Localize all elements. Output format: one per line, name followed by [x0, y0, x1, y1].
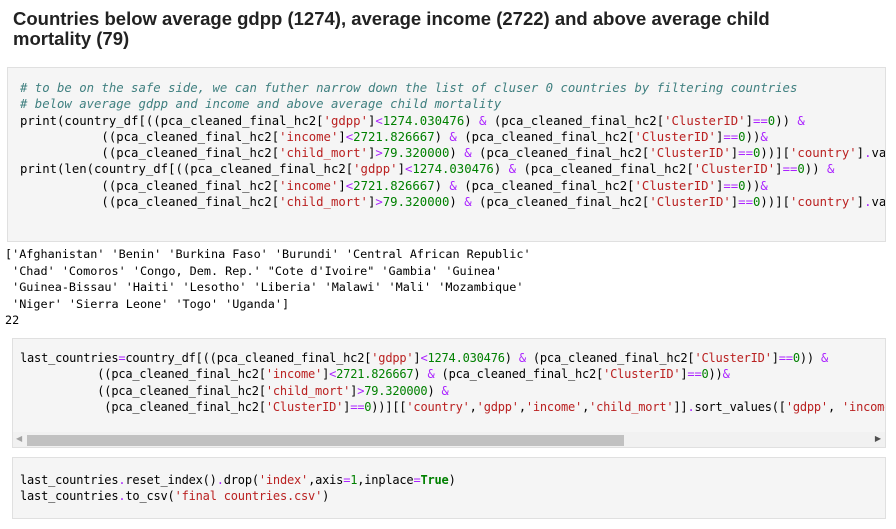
code-line: ((pca_cleaned_final_hc2['child_mort']>79…	[20, 383, 449, 398]
code-editor[interactable]: # to be on the safe side, we can futher …	[20, 80, 886, 210]
code-line: last_countries=country_df[((pca_cleaned_…	[20, 351, 828, 365]
scroll-right-icon[interactable]: ▶	[875, 434, 881, 443]
code-line: ((pca_cleaned_final_hc2['income']<2721.8…	[20, 129, 768, 144]
output-line: 'Niger' 'Sierra Leone' 'Togo' 'Uganda']	[5, 296, 290, 311]
code-line: last_countries.reset_index().drop('index…	[20, 473, 456, 487]
code-line: ((pca_cleaned_final_hc2['income']<2721.8…	[20, 367, 730, 382]
code-cell-last-countries[interactable]: last_countries=country_df[((pca_cleaned_…	[12, 338, 886, 448]
code-line: ((pca_cleaned_final_hc2['income']<2721.8…	[20, 178, 768, 193]
code-line: print(len(country_df[((pca_cleaned_final…	[20, 162, 835, 177]
code-line: # below average gdpp and income and abov…	[20, 97, 502, 112]
output-line: 'Chad' 'Comoros' 'Congo, Dem. Rep.' "Cot…	[5, 263, 503, 278]
code-cell-filter-print[interactable]: # to be on the safe side, we can futher …	[7, 67, 886, 242]
output-line: 'Guinea-Bissau' 'Haiti' 'Lesotho' 'Liber…	[5, 280, 524, 294]
code-editor[interactable]: last_countries.reset_index().drop('index…	[20, 472, 456, 505]
horizontal-scrollbar[interactable]: ◀ ▶	[13, 432, 885, 447]
code-line: last_countries.to_csv('final countries.c…	[20, 489, 330, 504]
code-line: # to be on the safe side, we can futher …	[20, 81, 798, 95]
code-line: print(country_df[((pca_cleaned_final_hc2…	[20, 113, 805, 128]
code-line: ((pca_cleaned_final_hc2['child_mort']>79…	[20, 146, 886, 161]
output-line: 22	[5, 313, 20, 327]
scrollbar-thumb[interactable]	[27, 435, 624, 446]
scroll-left-icon[interactable]: ◀	[16, 434, 22, 443]
section-heading: Countries below average gdpp (1274), ave…	[13, 8, 770, 49]
code-line: ((pca_cleaned_final_hc2['child_mort']>79…	[20, 195, 886, 210]
code-editor[interactable]: last_countries=country_df[((pca_cleaned_…	[20, 350, 885, 415]
cell-output: ['Afghanistan' 'Benin' 'Burkina Faso' 'B…	[5, 246, 531, 329]
code-line: (pca_cleaned_final_hc2['ClusterID']==0))…	[20, 399, 885, 414]
output-line: ['Afghanistan' 'Benin' 'Burkina Faso' 'B…	[5, 247, 531, 261]
code-cell-save-csv[interactable]: last_countries.reset_index().drop('index…	[12, 457, 886, 519]
